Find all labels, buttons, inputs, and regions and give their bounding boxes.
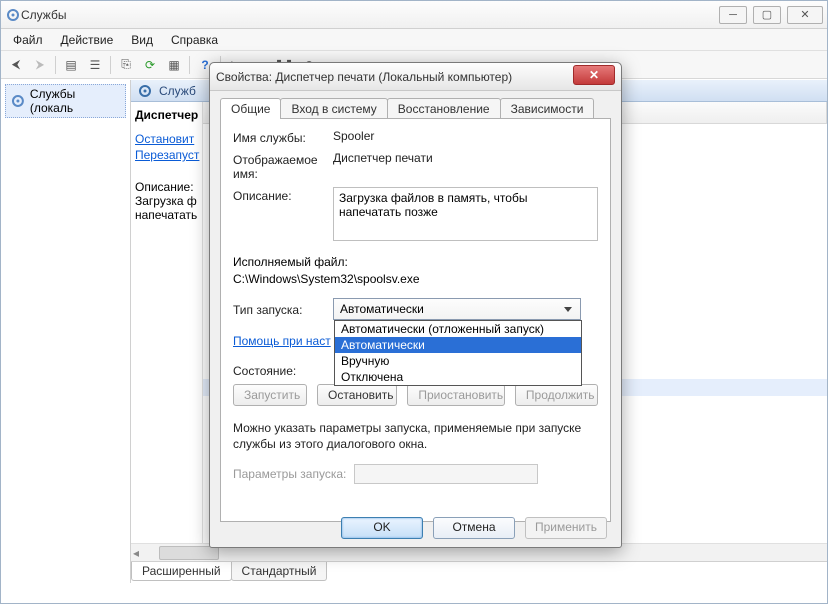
forward-button[interactable]: ⮞ <box>29 54 51 76</box>
startup-params-input <box>354 464 538 484</box>
value-executable: C:\Windows\System32\spoolsv.exe <box>233 272 598 286</box>
export-button[interactable]: ⎘ <box>115 54 137 76</box>
dialog-close-button[interactable]: ✕ <box>573 65 615 85</box>
label-status: Состояние: <box>233 362 333 378</box>
startup-type-selected: Автоматически <box>340 302 424 316</box>
tab-standard[interactable]: Стандартный <box>231 562 328 581</box>
ok-button[interactable]: OK <box>341 517 423 539</box>
description-text: напечатать <box>135 208 198 222</box>
dropdown-option[interactable]: Автоматически (отложенный запуск) <box>335 321 581 337</box>
tab-logon[interactable]: Вход в систему <box>280 98 387 119</box>
refresh-icon[interactable]: ⟳ <box>139 54 161 76</box>
value-service-name: Spooler <box>333 129 598 143</box>
label-startup-type: Тип запуска: <box>233 301 333 317</box>
resume-button[interactable]: Продолжить <box>515 384 598 406</box>
menu-help[interactable]: Справка <box>163 31 226 49</box>
toolbar-divider <box>189 56 190 74</box>
main-titlebar: Службы ─ ▢ ✕ <box>1 1 827 29</box>
description-value: Загрузка файлов в память, чтобы напечата… <box>339 191 527 219</box>
stop-button[interactable]: Остановить <box>317 384 397 406</box>
gear-icon <box>10 93 26 109</box>
close-button[interactable]: ✕ <box>787 6 823 24</box>
header-strip-label: Служб <box>159 84 196 98</box>
label-display-name: Отображаемое имя: <box>233 151 333 181</box>
tab-recovery[interactable]: Восстановление <box>387 98 501 119</box>
window-buttons: ─ ▢ ✕ <box>719 6 823 24</box>
dialog-tabstrip: Общие Вход в систему Восстановление Зави… <box>220 98 611 119</box>
startup-type-dropdown[interactable]: Автоматически (отложенный запуск) Автома… <box>334 320 582 386</box>
tab-dependencies[interactable]: Зависимости <box>500 98 595 119</box>
restart-service-link[interactable]: Перезапуст <box>135 148 198 162</box>
properties-dialog: Свойства: Диспетчер печати (Локальный ко… <box>209 62 622 548</box>
dialog-buttons: OK Отмена Применить <box>341 517 607 539</box>
apply-button[interactable]: Применить <box>525 517 607 539</box>
pause-button[interactable]: Приостановить <box>407 384 505 406</box>
dropdown-option[interactable]: Вручную <box>335 353 581 369</box>
detail-panel: Диспетчер Остановит Перезапуст Описание:… <box>131 102 203 543</box>
window-title: Службы <box>21 8 719 22</box>
minimize-button[interactable]: ─ <box>719 6 747 24</box>
show-hide-tree-button[interactable]: ▤ <box>60 54 82 76</box>
tree-item-label: Службы (локаль <box>30 87 121 115</box>
gear-icon <box>137 83 153 99</box>
cancel-button[interactable]: Отмена <box>433 517 515 539</box>
label-service-name: Имя службы: <box>233 129 333 145</box>
services-icon <box>5 7 21 23</box>
chevron-down-icon <box>560 302 576 316</box>
startup-help-link[interactable]: Помощь при наст <box>233 334 331 348</box>
menu-file[interactable]: Файл <box>5 31 51 49</box>
dropdown-option[interactable]: Автоматически <box>335 337 581 353</box>
toolbar-divider <box>110 56 111 74</box>
maximize-button[interactable]: ▢ <box>753 6 781 24</box>
tree-item-services[interactable]: Службы (локаль <box>5 84 126 118</box>
tab-general[interactable]: Общие <box>220 98 281 119</box>
description-textbox[interactable]: Загрузка файлов в память, чтобы напечата… <box>333 187 598 241</box>
tab-extended[interactable]: Расширенный <box>131 562 232 581</box>
description-label: Описание: <box>135 180 198 194</box>
label-startup-params: Параметры запуска: <box>233 467 346 481</box>
description-text: Загрузка ф <box>135 194 198 208</box>
dialog-title: Свойства: Диспетчер печати (Локальный ко… <box>216 70 573 84</box>
menu-bar: Файл Действие Вид Справка <box>1 29 827 51</box>
properties-icon[interactable]: ▦ <box>163 54 185 76</box>
dialog-titlebar[interactable]: Свойства: Диспетчер печати (Локальный ко… <box>210 63 621 91</box>
tab-panel-general: Имя службы: Spooler Отображаемое имя: Ди… <box>220 118 611 522</box>
back-button[interactable]: ⮜ <box>5 54 27 76</box>
dialog-body: Общие Вход в систему Восстановление Зави… <box>210 91 621 532</box>
menu-view[interactable]: Вид <box>123 31 161 49</box>
selected-service-name: Диспетчер <box>135 108 198 122</box>
toolbar-divider <box>55 56 56 74</box>
startup-params-note: Можно указать параметры запуска, применя… <box>233 420 598 452</box>
properties-toolbar-button[interactable]: ☰ <box>84 54 106 76</box>
label-description: Описание: <box>233 187 333 203</box>
menu-action[interactable]: Действие <box>53 31 122 49</box>
dropdown-option[interactable]: Отключена <box>335 369 581 385</box>
label-executable: Исполняемый файл: <box>233 255 598 269</box>
startup-type-combobox[interactable]: Автоматически Автоматически (отложенный … <box>333 298 581 320</box>
value-display-name: Диспетчер печати <box>333 151 598 165</box>
tree-pane[interactable]: Службы (локаль <box>1 80 131 583</box>
stop-service-link[interactable]: Остановит <box>135 132 198 146</box>
start-button[interactable]: Запустить <box>233 384 307 406</box>
bottom-view-tabs: Расширенный Стандартный <box>131 561 827 583</box>
